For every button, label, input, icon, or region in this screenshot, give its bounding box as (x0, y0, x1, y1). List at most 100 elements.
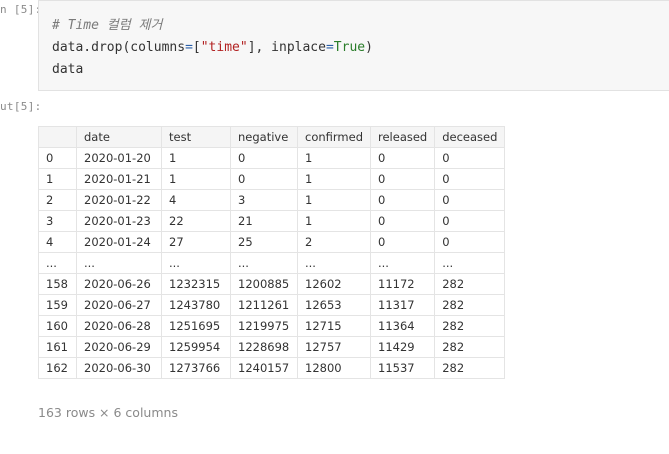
cell-released: 11172 (369, 273, 436, 295)
table-row: ..................... (38, 252, 506, 274)
shape-summary: 163 rows × 6 columns (38, 405, 178, 420)
header-negative: negative (230, 126, 298, 148)
cell-confirmed: ... (297, 252, 371, 274)
table-row: 162 2020-06-30 1273766 1240157 12800 11537 282 (38, 357, 506, 379)
code-token: = (185, 40, 193, 55)
cell-confirmed: 1 (297, 189, 371, 211)
cell-confirmed: 12757 (297, 336, 371, 358)
cell-test: 4 (161, 189, 231, 211)
header-deceased: deceased (434, 126, 506, 148)
cell-negative: 1200885 (230, 273, 298, 295)
cell-date: 2020-01-22 (76, 189, 162, 211)
cell-released: 0 (369, 189, 436, 211)
table-row: 2 2020-01-22 4 3 1 0 0 (38, 189, 506, 211)
code-string: "time" (200, 40, 248, 55)
row-index-cell: 160 (38, 315, 77, 337)
table-row: 160 2020-06-28 1251695 1219975 12715 11364 282 (38, 315, 506, 337)
cell-deceased: 282 (434, 294, 506, 316)
cell-released: 11364 (369, 315, 436, 337)
cell-negative: ... (230, 252, 298, 274)
row-index-cell: 2 (38, 189, 77, 211)
cell-confirmed: 12602 (297, 273, 371, 295)
cell-date: ... (76, 252, 162, 274)
row-index-cell: 158 (38, 273, 77, 295)
cell-date: 2020-06-30 (76, 357, 162, 379)
cell-test: 1 (161, 168, 231, 190)
cell-test: 27 (161, 231, 231, 253)
cell-confirmed: 1 (297, 210, 371, 232)
table-row: 161 2020-06-29 1259954 1228698 12757 11429 282 (38, 336, 506, 358)
code-line-data: data (52, 62, 84, 77)
cell-test: 1273766 (161, 357, 231, 379)
cell-confirmed: 12653 (297, 294, 371, 316)
cell-released: 11537 (369, 357, 436, 379)
row-index-cell: 1 (38, 168, 77, 190)
input-prompt: n [5]: (0, 3, 42, 16)
cell-date: 2020-01-21 (76, 168, 162, 190)
cell-deceased: 282 (434, 357, 506, 379)
table-row: 158 2020-06-26 1232315 1200885 12602 11172 282 (38, 273, 506, 295)
table-row: 4 2020-01-24 27 25 2 0 0 (38, 231, 506, 253)
cell-negative: 21 (230, 210, 298, 232)
cell-confirmed: 1 (297, 168, 371, 190)
row-index-cell: 3 (38, 210, 77, 232)
cell-released: 0 (369, 231, 436, 253)
cell-deceased: 282 (434, 315, 506, 337)
code-cell[interactable]: # Time 컬럼 제거 data.drop(columns=["time"],… (38, 0, 669, 91)
cell-released: 0 (369, 210, 436, 232)
code-token: ], inplace (247, 40, 326, 55)
cell-deceased: 0 (434, 189, 506, 211)
cell-confirmed: 12715 (297, 315, 371, 337)
dataframe-table: date test negative confirmed released de… (38, 126, 506, 379)
cell-deceased: 0 (434, 168, 506, 190)
code-token: ) (365, 40, 373, 55)
cell-released: 11429 (369, 336, 436, 358)
header-released: released (369, 126, 436, 148)
table-header-row: date test negative confirmed released de… (38, 126, 506, 148)
cell-negative: 1219975 (230, 315, 298, 337)
cell-date: 2020-06-28 (76, 315, 162, 337)
cell-deceased: 282 (434, 336, 506, 358)
cell-date: 2020-01-20 (76, 147, 162, 169)
header-date: date (76, 126, 162, 148)
cell-test: 1232315 (161, 273, 231, 295)
cell-test: 1 (161, 147, 231, 169)
code-token: [ (192, 40, 201, 55)
cell-date: 2020-06-26 (76, 273, 162, 295)
row-index-cell: 4 (38, 231, 77, 253)
cell-negative: 1211261 (230, 294, 298, 316)
code-comment: # Time 컬럼 제거 (52, 18, 163, 33)
cell-test: 1251695 (161, 315, 231, 337)
cell-negative: 3 (230, 189, 298, 211)
cell-negative: 1240157 (230, 357, 298, 379)
header-confirmed: confirmed (297, 126, 371, 148)
cell-date: 2020-06-29 (76, 336, 162, 358)
cell-test: ... (161, 252, 231, 274)
row-index-cell: 161 (38, 336, 77, 358)
code-token: data.drop(columns (52, 40, 186, 55)
table-row: 159 2020-06-27 1243780 1211261 12653 11317 282 (38, 294, 506, 316)
table-row: 0 2020-01-20 1 0 1 0 0 (38, 147, 506, 169)
code-keyword: True (333, 40, 366, 55)
cell-negative: 0 (230, 168, 298, 190)
cell-test: 1259954 (161, 336, 231, 358)
cell-deceased: 0 (434, 147, 506, 169)
code-token: = (325, 40, 334, 55)
cell-confirmed: 12800 (297, 357, 371, 379)
cell-negative: 1228698 (230, 336, 298, 358)
cell-negative: 25 (230, 231, 298, 253)
cell-deceased: ... (434, 252, 506, 274)
row-index-cell: 0 (38, 147, 77, 169)
cell-released: 0 (369, 147, 436, 169)
row-index-cell: ... (38, 252, 77, 274)
cell-released: 11317 (369, 294, 436, 316)
cell-confirmed: 2 (297, 231, 371, 253)
cell-date: 2020-01-24 (76, 231, 162, 253)
output-prompt: ut[5]: (0, 100, 42, 113)
header-test: test (161, 126, 231, 148)
cell-released: 0 (369, 168, 436, 190)
cell-test: 1243780 (161, 294, 231, 316)
row-index-cell: 162 (38, 357, 77, 379)
cell-deceased: 282 (434, 273, 506, 295)
cell-deceased: 0 (434, 210, 506, 232)
